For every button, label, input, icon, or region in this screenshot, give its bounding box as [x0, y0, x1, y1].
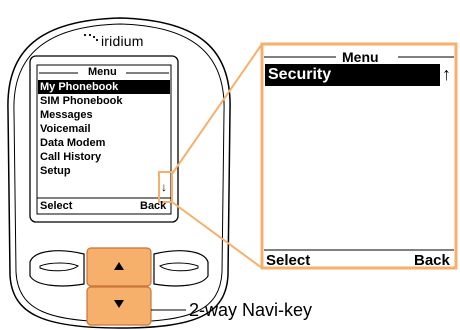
zoom-softkey-left[interactable]: Select — [266, 252, 310, 269]
phone-menu-item[interactable]: Setup — [40, 164, 71, 178]
phone-menu-item[interactable]: Messages — [40, 108, 93, 122]
scroll-down-arrow-icon: ↓ — [161, 180, 167, 194]
zoom-menu-title: Menu — [342, 49, 379, 65]
phone-menu-item[interactable]: SIM Phonebook — [40, 94, 123, 108]
phone-menu-item-selected[interactable]: My Phonebook — [38, 80, 170, 94]
phone-menu-item[interactable]: Voicemail — [40, 122, 91, 136]
phone-softkey-right[interactable]: Back — [140, 200, 166, 212]
zoom-softkey-right[interactable]: Back — [414, 252, 450, 269]
phone-softkey-left[interactable]: Select — [40, 200, 72, 212]
phone-menu-item[interactable]: Call History — [40, 150, 101, 164]
navi-key-label: 2-way Navi-key — [189, 300, 313, 320]
phone-menu-title: Menu — [88, 66, 117, 78]
phone-menu-item[interactable]: Data Modem — [40, 136, 105, 150]
brand-logo-text: iridium — [101, 33, 144, 49]
scroll-up-arrow-icon: ↑ — [442, 64, 451, 84]
zoom-menu-item-selected[interactable]: Security — [265, 64, 440, 86]
